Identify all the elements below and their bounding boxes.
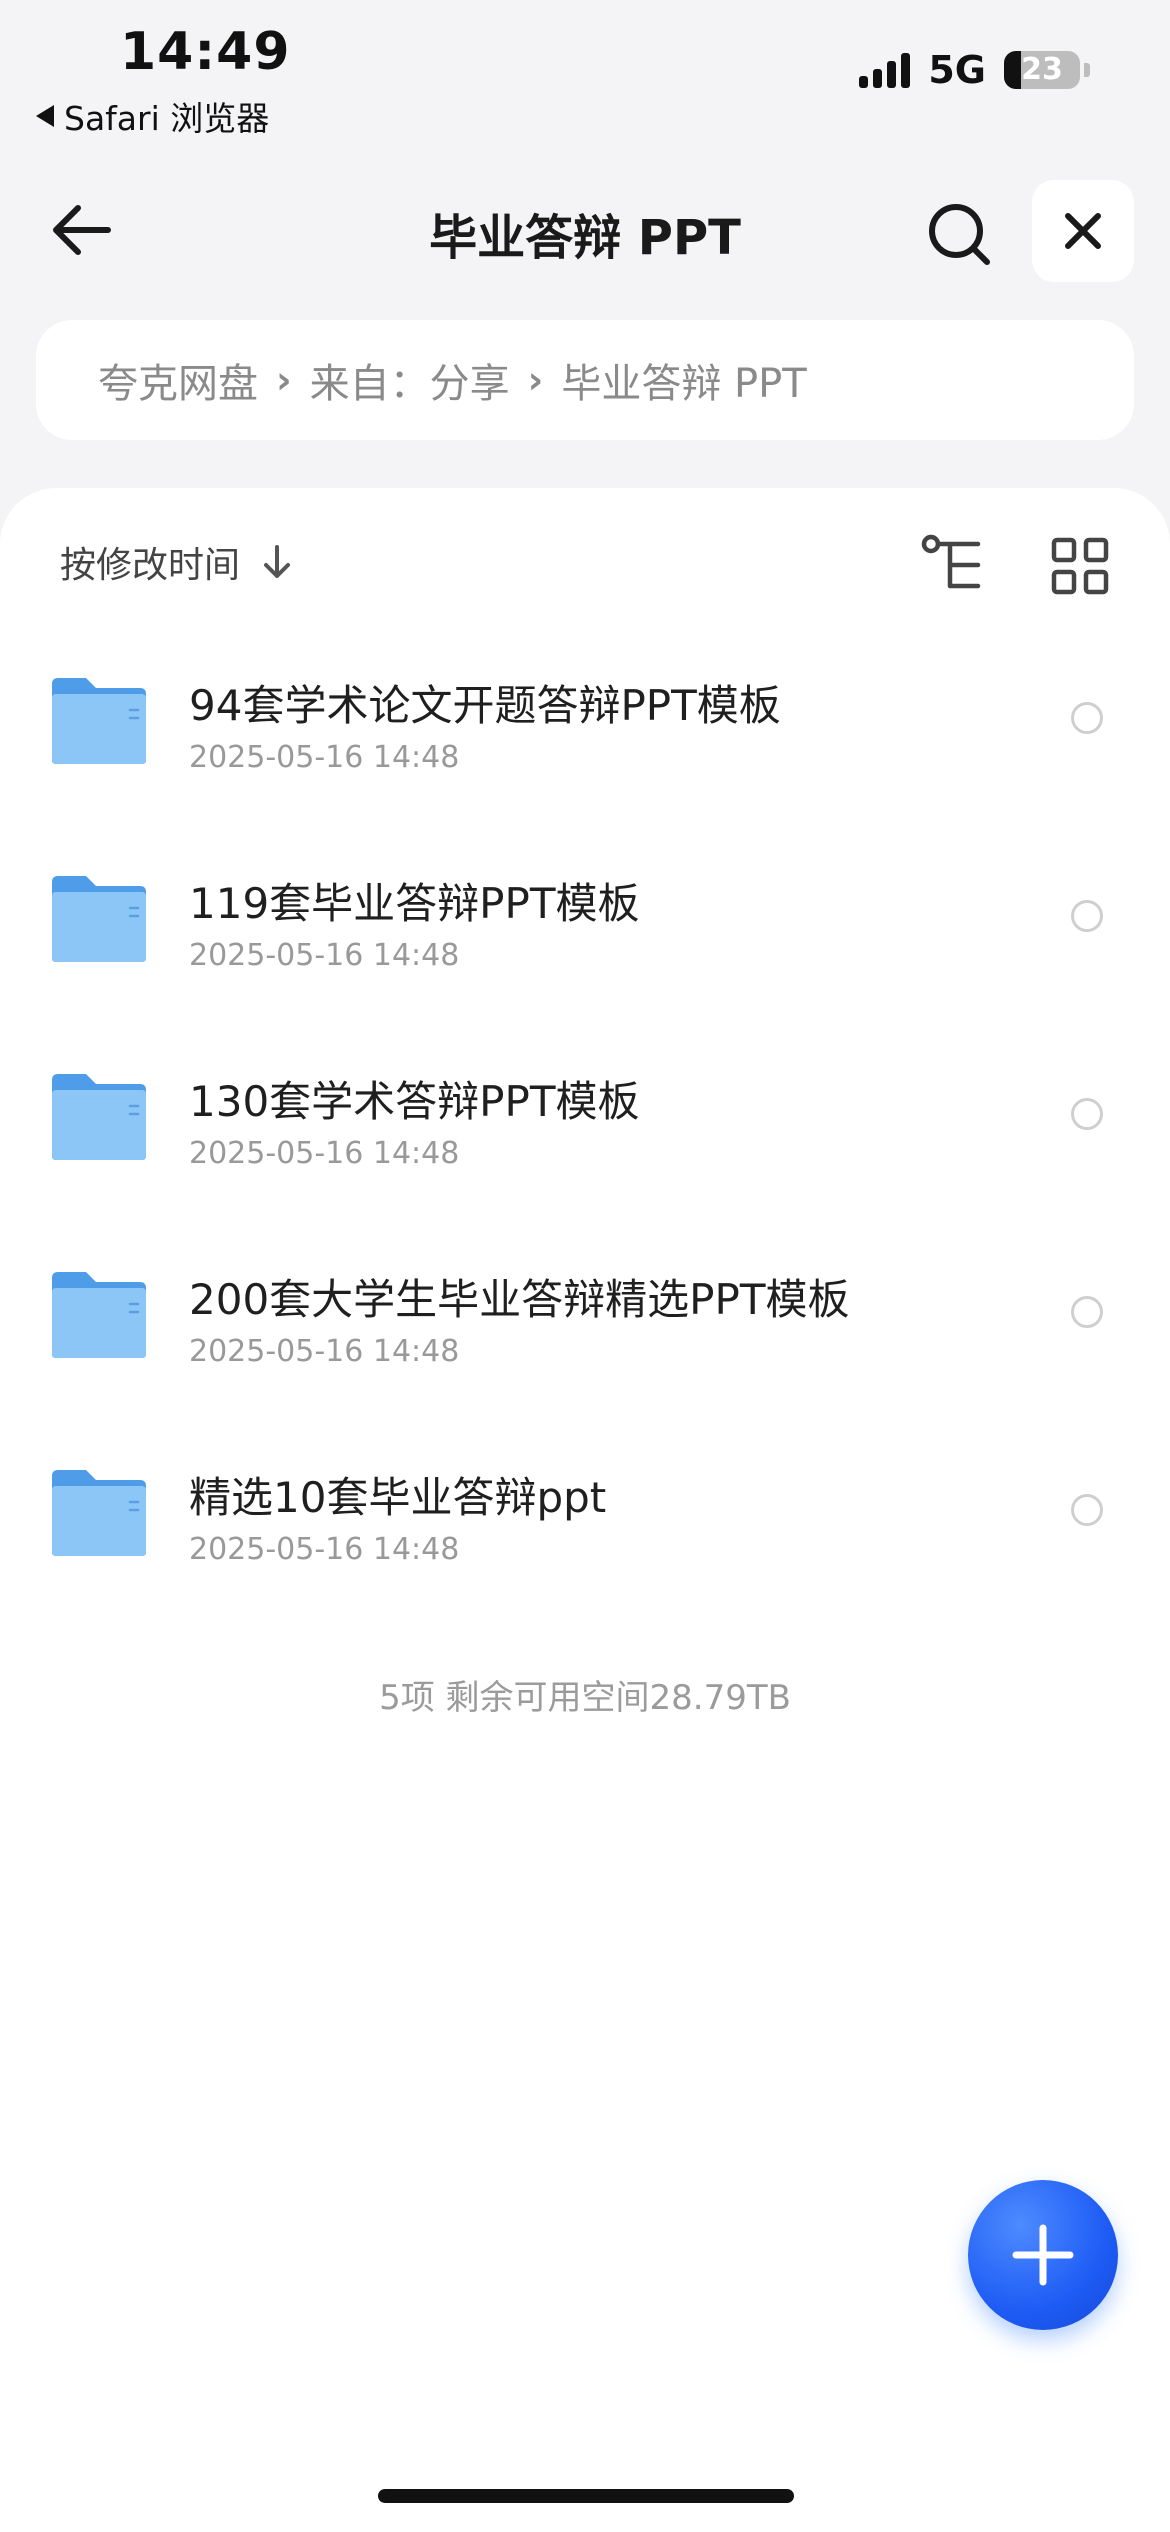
file-row[interactable]: 130套学术答辩PPT模板 2025-05-16 14:48 [0, 1034, 1170, 1210]
file-row[interactable]: 119套毕业答辩PPT模板 2025-05-16 14:48 [0, 836, 1170, 1012]
back-to-app-link[interactable]: Safari 浏览器 [36, 92, 269, 140]
storage-summary: 5项 剩余可用空间28.79TB [379, 1678, 791, 1718]
select-radio[interactable] [1071, 1494, 1103, 1526]
file-name: 119套毕业答辩PPT模板 [189, 879, 640, 928]
battery-level: 23 [1021, 52, 1063, 87]
file-date: 2025-05-16 14:48 [189, 1136, 460, 1171]
file-row[interactable]: 200套大学生毕业答辩精选PPT模板 2025-05-16 14:48 [0, 1232, 1170, 1408]
grid-view-icon [1051, 537, 1109, 595]
file-row[interactable]: 94套学术论文开题答辩PPT模板 2025-05-16 14:48 [0, 638, 1170, 814]
file-name: 94套学术论文开题答辩PPT模板 [189, 681, 781, 730]
folder-icon [52, 876, 146, 962]
tree-view-icon [921, 534, 981, 589]
chevron-right-icon: › [276, 358, 292, 402]
file-date: 2025-05-16 14:48 [189, 1334, 460, 1369]
select-radio[interactable] [1071, 1296, 1103, 1328]
sort-button[interactable]: 按修改时间 [60, 536, 292, 588]
tree-view-button[interactable] [918, 530, 990, 602]
arrow-down-icon [264, 545, 291, 578]
breadcrumb: 夸克网盘 › 来自：分享 › 毕业答辩 PPT [36, 320, 1134, 440]
folder-icon [52, 1470, 146, 1556]
breadcrumb-item-current: 毕业答辩 PPT [561, 361, 807, 407]
breadcrumb-item-root[interactable]: 夸克网盘 [98, 351, 258, 409]
folder-icon [52, 1074, 146, 1160]
file-name: 精选10套毕业答辩ppt [189, 1473, 607, 1522]
search-icon [929, 204, 990, 265]
arrow-left-icon [53, 205, 111, 255]
home-indicator [378, 2489, 794, 2503]
chevron-right-icon: › [527, 358, 544, 402]
select-radio[interactable] [1071, 1098, 1103, 1130]
folder-icon [52, 1272, 146, 1358]
plus-icon [1012, 2224, 1074, 2286]
select-radio[interactable] [1071, 900, 1103, 932]
back-button[interactable] [46, 195, 116, 265]
file-row[interactable]: 精选10套毕业答辩ppt 2025-05-16 14:48 [0, 1430, 1170, 1606]
add-button[interactable] [968, 2180, 1118, 2330]
status-right: 5G 23 [859, 48, 1090, 92]
file-date: 2025-05-16 14:48 [189, 1532, 460, 1567]
file-name: 200套大学生毕业答辩精选PPT模板 [189, 1275, 850, 1324]
close-button[interactable] [1032, 180, 1134, 282]
signal-icon [859, 52, 911, 88]
file-date: 2025-05-16 14:48 [189, 938, 460, 973]
battery-tip [1084, 63, 1090, 77]
file-date: 2025-05-16 14:48 [189, 740, 460, 775]
sort-label: 按修改时间 [60, 545, 241, 586]
breadcrumb-item-share[interactable]: 来自：分享 [310, 351, 510, 409]
battery-icon: 23 [1004, 51, 1080, 89]
back-app-label: Safari 浏览器 [64, 99, 270, 138]
back-triangle-icon [36, 105, 54, 127]
close-icon [1065, 213, 1101, 249]
status-time: 14:49 [120, 22, 291, 82]
search-button[interactable] [920, 195, 1000, 275]
grid-view-button[interactable] [1044, 530, 1116, 602]
select-radio[interactable] [1071, 702, 1103, 734]
network-type: 5G [928, 48, 986, 92]
folder-icon [52, 678, 146, 764]
file-name: 130套学术答辩PPT模板 [189, 1077, 640, 1126]
